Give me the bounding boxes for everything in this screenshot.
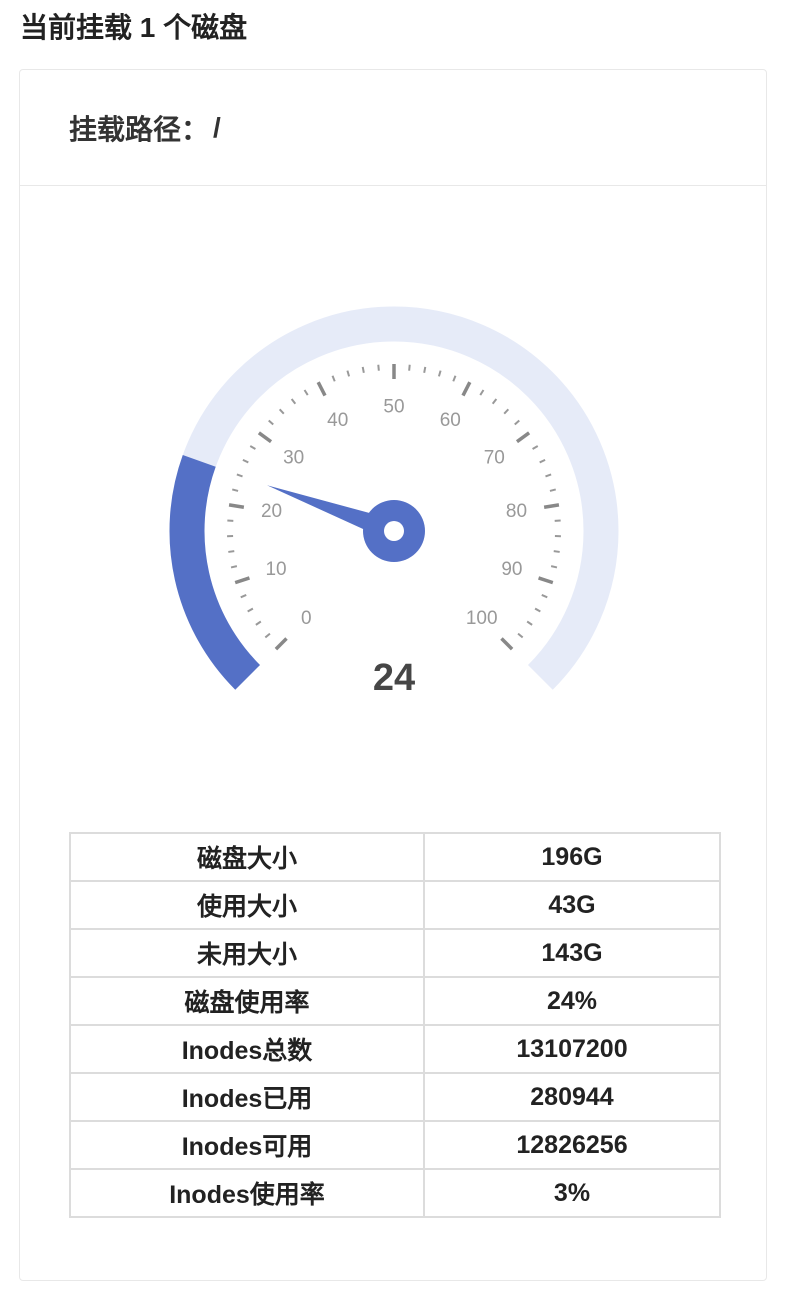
gauge-major-tick: [500, 637, 514, 651]
gauge-major-tick: [274, 637, 288, 651]
gauge-tick-label: 30: [283, 448, 304, 469]
gauge-tick-label: 50: [383, 397, 404, 418]
disk-stats-table: 磁盘大小 196G 使用大小 43G 未用大小 143G 磁盘使用率 24% Inodes总数 1…: [69, 832, 721, 1218]
stats-value: 3%: [423, 1168, 721, 1218]
gauge-minor-tick: [514, 419, 520, 426]
stats-label: 使用大小: [69, 880, 425, 930]
stats-value: 13107200: [423, 1024, 721, 1074]
stats-row: Inodes总数 13107200: [69, 1024, 721, 1074]
mount-path-value: /: [213, 111, 221, 143]
gauge-minor-tick: [534, 607, 541, 613]
gauge-minor-tick: [491, 398, 498, 405]
gauge-minor-tick: [437, 370, 442, 377]
stats-row: Inodes使用率 3%: [69, 1168, 721, 1218]
gauge-major-tick: [257, 431, 273, 444]
gauge-tick-label: 70: [484, 448, 505, 469]
gauge-minor-tick: [230, 565, 238, 569]
gauge-minor-tick: [231, 488, 239, 492]
stats-value: 12826256: [423, 1120, 721, 1170]
gauge-minor-tick: [517, 632, 524, 639]
mount-path-label: 挂载路径：: [69, 113, 210, 145]
gauge-minor-tick: [268, 419, 274, 426]
gauge-minor-tick: [303, 389, 309, 396]
gauge-tick-label: 60: [440, 410, 461, 431]
gauge-minor-tick: [408, 364, 411, 371]
gauge-minor-tick: [346, 370, 351, 377]
gauge-minor-tick: [264, 632, 271, 639]
gauge-major-tick: [316, 381, 327, 397]
stats-value: 24%: [423, 976, 721, 1026]
gauge-progress: [169, 454, 261, 690]
gauge-major-tick: [515, 431, 531, 444]
stats-row: Inodes已用 280944: [69, 1072, 721, 1122]
gauge-minor-tick: [526, 620, 533, 626]
stats-label: 未用大小: [69, 928, 425, 978]
stats-label: Inodes已用: [69, 1072, 425, 1122]
gauge-pointer-hub-center: [384, 521, 404, 541]
gauge-major-tick: [538, 576, 554, 585]
gauge-minor-tick: [278, 408, 285, 415]
gauge-minor-tick: [255, 620, 262, 626]
card-header: 挂载路径： /: [20, 70, 766, 186]
gauge-minor-tick: [242, 458, 249, 464]
gauge-major-tick: [543, 503, 560, 509]
gauge-minor-tick: [553, 550, 560, 553]
stats-row: 使用大小 43G: [69, 880, 721, 930]
gauge-tick-label: 90: [501, 559, 522, 580]
gauge-tick-label: 0: [301, 608, 312, 629]
gauge-major-tick: [461, 381, 472, 397]
gauge-minor-tick: [240, 594, 247, 599]
stats-value: 143G: [423, 928, 721, 978]
stats-row: 磁盘大小 196G: [69, 832, 721, 882]
stats-row: Inodes可用 12826256: [69, 1120, 721, 1170]
gauge-minor-tick: [550, 565, 558, 569]
stats-row: 磁盘使用率 24%: [69, 976, 721, 1026]
gauge-major-tick: [228, 503, 245, 509]
stats-label: 磁盘使用率: [69, 976, 425, 1026]
stats-label: Inodes总数: [69, 1024, 425, 1074]
gauge-minor-tick: [503, 408, 510, 415]
stats-label: 磁盘大小: [69, 832, 425, 882]
gauge-major-tick: [234, 576, 250, 585]
gauge-minor-tick: [361, 366, 365, 374]
gauge-value: 24: [373, 657, 415, 699]
gauge-minor-tick: [539, 458, 546, 464]
gauge-minor-tick: [331, 375, 336, 382]
gauge-minor-tick: [532, 445, 539, 450]
stats-value: 196G: [423, 832, 721, 882]
stats-label: Inodes使用率: [69, 1168, 425, 1218]
stats-label: Inodes可用: [69, 1120, 425, 1170]
gauge-minor-tick: [423, 366, 427, 374]
stats-value: 280944: [423, 1072, 721, 1122]
gauge-minor-tick: [290, 398, 297, 405]
gauge-minor-tick: [545, 473, 552, 478]
gauge-tick-label: 40: [327, 410, 348, 431]
gauge-minor-tick: [236, 473, 243, 478]
gauge-svg: 0 10 20 30 40 50 60 70 80 90 100 24: [169, 306, 619, 699]
gauge-minor-tick: [452, 375, 457, 382]
stats-row: 未用大小 143G: [69, 928, 721, 978]
gauge-minor-tick: [479, 389, 485, 396]
gauge-tick-label: 100: [466, 608, 498, 629]
gauge-minor-tick: [249, 445, 256, 450]
gauge-minor-tick: [541, 594, 548, 599]
stats-value: 43G: [423, 880, 721, 930]
disk-card: 挂载路径： / 0 10 20 30 40 50 60 70 80 90 100 24 磁盘大小 196…: [19, 69, 767, 1281]
disk-usage-gauge: 0 10 20 30 40 50 60 70 80 90 100 24: [20, 187, 768, 787]
gauge-tick-label: 10: [265, 559, 286, 580]
page-title: 当前挂载 1 个磁盘: [20, 12, 248, 43]
gauge-minor-tick: [377, 364, 380, 371]
gauge-minor-tick: [549, 488, 557, 492]
gauge-minor-tick: [247, 607, 254, 613]
gauge-minor-tick: [228, 550, 235, 553]
gauge-tick-label: 80: [506, 501, 527, 522]
gauge-tick-label: 20: [261, 501, 282, 522]
